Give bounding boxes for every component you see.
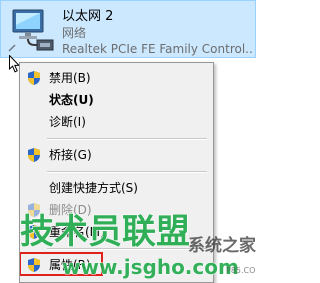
network-adapter-item[interactable]: 以太网 2 网络 Realtek PCIe FE Family Control.… (0, 0, 256, 58)
menu-item-label: 诊断(I) (49, 115, 86, 129)
menu-item-bridge[interactable]: 桥接(G) (22, 144, 211, 166)
shield-icon (28, 203, 40, 217)
menu-item-label: 禁用(B) (49, 71, 91, 85)
menu-item-create-shortcut[interactable]: 创建快捷方式(S) (22, 177, 211, 199)
adapter-name: 以太网 2 (62, 9, 114, 24)
red-highlight-box (20, 252, 103, 276)
shield-icon (28, 71, 40, 85)
shield-icon (28, 148, 40, 162)
menu-separator (47, 248, 207, 250)
adapter-description: Realtek PCIe FE Family Control... (62, 42, 252, 56)
menu-item-label: 重命名(M) (49, 225, 105, 239)
menu-item-delete[interactable]: 删除(D) (22, 199, 211, 221)
context-menu: 禁用(B) 状态(U) 诊断(I) 桥接(G) 创建快捷方式(S) 删除(D) (19, 62, 214, 283)
menu-item-label: 状态(U) (49, 93, 94, 107)
menu-item-status[interactable]: 状态(U) (22, 89, 211, 111)
menu-item-diagnose[interactable]: 诊断(I) (22, 111, 211, 133)
menu-item-label: 删除(D) (49, 203, 92, 217)
menu-item-label: 创建快捷方式(S) (49, 181, 138, 195)
shield-icon (28, 225, 40, 239)
menu-separator (47, 138, 207, 140)
network-adapter-icon (8, 9, 54, 52)
menu-separator (47, 171, 207, 173)
menu-item-label: 桥接(G) (49, 148, 92, 162)
svg-text:P85.COM: P85.COM (226, 266, 256, 275)
adapter-type: 网络 (62, 26, 87, 40)
menu-item-rename[interactable]: 重命名(M) (22, 221, 211, 243)
menu-item-disable[interactable]: 禁用(B) (22, 67, 211, 89)
